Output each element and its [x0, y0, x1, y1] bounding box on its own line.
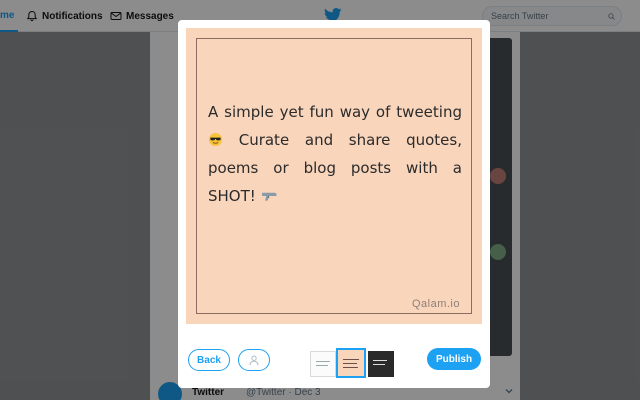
sunglasses-face-icon — [208, 132, 223, 147]
quote-line-2: Curate and share quotes, poems or blog p… — [208, 131, 462, 205]
user-icon — [249, 355, 259, 365]
pistol-icon — [261, 192, 277, 201]
user-toggle-button[interactable] — [238, 349, 270, 371]
theme-thumbnail-dark[interactable] — [368, 351, 394, 377]
thumb-text-line — [343, 359, 359, 360]
thumb-text-line — [343, 363, 357, 364]
quote-line-1: A simple yet fun way of tweeting — [208, 103, 462, 121]
thumb-text-line — [373, 364, 385, 365]
publish-button[interactable]: Publish — [427, 348, 481, 370]
thumb-text-line — [373, 360, 387, 361]
qalam-watermark: Qalam.io — [411, 298, 460, 310]
back-button[interactable]: Back — [188, 349, 230, 371]
thumb-text-line — [343, 367, 358, 368]
quote-preview-card: A simple yet fun way of tweeting Curate … — [186, 28, 482, 324]
theme-thumbnail-peach[interactable] — [336, 348, 366, 378]
thumb-text-line — [316, 361, 330, 362]
quote-text: A simple yet fun way of tweeting Curate … — [208, 98, 462, 210]
compose-shot-modal: A simple yet fun way of tweeting Curate … — [178, 20, 490, 388]
modal-footer: Back Publish — [178, 336, 490, 388]
theme-thumbnail-white[interactable] — [310, 351, 336, 377]
thumb-text-line — [316, 365, 328, 366]
